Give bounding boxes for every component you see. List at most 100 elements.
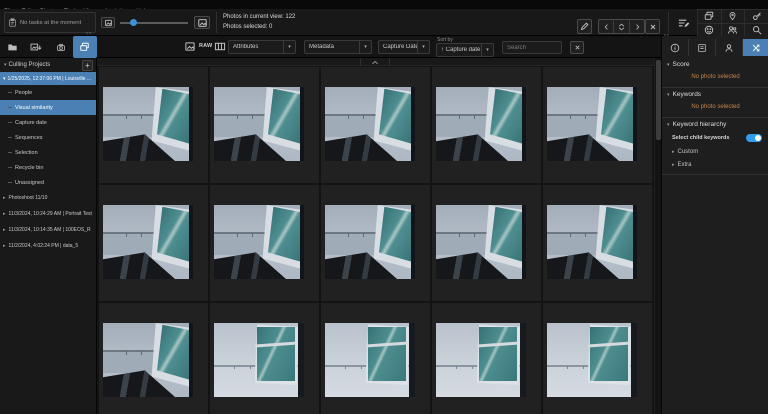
project-child-people[interactable]: People xyxy=(0,85,96,100)
project-item-selected[interactable]: ▾ 1/25/2025, 12:37:06 PM | Louisville ..… xyxy=(0,72,96,85)
people-button[interactable] xyxy=(721,23,745,37)
keyword-hierarchy-section: ▾ Keyword hierarchy Select child keyword… xyxy=(662,118,768,175)
faces-button[interactable] xyxy=(697,23,721,37)
person-icon xyxy=(724,43,734,53)
photo-index-stepper[interactable] xyxy=(613,20,630,33)
tab-metadata-card[interactable] xyxy=(688,39,715,56)
project-child-sequences[interactable]: Sequences xyxy=(0,130,96,145)
metadata-dropdown[interactable]: Metadata ▾ xyxy=(304,40,372,54)
thumbnail-size-slider[interactable] xyxy=(120,18,188,27)
projects-sidebar: ▾ Culling Projects + ▾ 1/25/2025, 12:37:… xyxy=(0,58,97,414)
metadata-dropdown-label: Metadata xyxy=(305,44,359,50)
grid-cell[interactable] xyxy=(432,303,541,414)
grid-cell[interactable] xyxy=(210,67,319,183)
grid-cell[interactable] xyxy=(543,67,652,183)
toggle-knob xyxy=(755,135,761,141)
tree-connector xyxy=(8,167,12,168)
project-item[interactable]: ▸11/3/2024, 10:24:29 AM | Portrait Test xyxy=(0,206,96,222)
project-label: 1/25/2025, 12:37:06 PM | Louisville ... xyxy=(8,76,92,82)
single-view-icon[interactable] xyxy=(184,41,196,52)
grid-cell[interactable] xyxy=(432,67,541,183)
filmstrip-view-icon[interactable] xyxy=(214,41,226,52)
tab-collections[interactable] xyxy=(73,36,97,58)
tab-people[interactable] xyxy=(715,39,742,56)
pencil-icon xyxy=(580,22,589,31)
chevron-down-icon: ▾ xyxy=(359,41,371,53)
capture-date-dropdown[interactable]: Capture Date ▾ xyxy=(378,40,430,54)
photo-thumbnail-window-bright xyxy=(325,323,415,397)
tab-import[interactable] xyxy=(24,36,48,58)
close-icon xyxy=(574,44,581,51)
slider-thumb[interactable] xyxy=(130,19,137,26)
photo-thumbnail-window-ledge xyxy=(325,205,415,279)
resize-handle[interactable]: ** xyxy=(86,32,92,38)
keyword-group-custom[interactable]: ▸Custom xyxy=(662,145,768,158)
tab-info[interactable] xyxy=(662,39,688,56)
edit-button[interactable] xyxy=(577,19,592,34)
grid-cell[interactable] xyxy=(321,303,430,414)
score-header[interactable]: ▾Score xyxy=(662,58,768,71)
search-input[interactable] xyxy=(502,41,562,54)
close-view-button[interactable] xyxy=(645,19,660,34)
project-child-recycle-bin[interactable]: Recycle bin xyxy=(0,160,96,175)
grid-cell[interactable] xyxy=(99,185,208,301)
project-item[interactable]: ▸11/3/2024, 10:14:35 AM | 100EOS_R xyxy=(0,222,96,238)
grid-cell[interactable] xyxy=(99,303,208,414)
child-keywords-toggle[interactable] xyxy=(746,134,762,142)
search-tool-button[interactable] xyxy=(744,23,768,37)
location-button[interactable] xyxy=(721,9,745,23)
grid-cell[interactable] xyxy=(321,67,430,183)
culling-projects-header[interactable]: ▾ Culling Projects + xyxy=(0,58,96,72)
project-item[interactable]: ▸11/2/2024, 4:02:24 PM | data_5 xyxy=(0,238,96,254)
tab-camera[interactable] xyxy=(49,36,73,58)
clear-filters-button[interactable] xyxy=(570,41,584,54)
close-icon xyxy=(649,23,657,31)
key-button[interactable] xyxy=(744,9,768,23)
photo-navigation-group xyxy=(598,19,645,34)
previous-photo-button[interactable] xyxy=(599,20,613,33)
grid-cell[interactable] xyxy=(210,185,319,301)
keywords-header[interactable]: ▾Keywords xyxy=(662,88,768,101)
edit-list-icon xyxy=(677,17,690,29)
card-icon xyxy=(697,43,707,53)
grid-cell[interactable] xyxy=(543,185,652,301)
tab-folders[interactable] xyxy=(0,36,24,58)
toolbar-divider xyxy=(216,12,217,33)
toolbar-divider xyxy=(668,12,669,33)
attributes-dropdown[interactable]: Attributes ▾ xyxy=(228,40,296,54)
project-item[interactable]: ▸Photoshoot 11/10 xyxy=(0,190,96,206)
thumbnail-size-large-button[interactable] xyxy=(194,16,210,29)
chevron-down-icon: ▾ xyxy=(4,62,7,68)
raw-filter-toggle[interactable]: RAW xyxy=(199,43,212,49)
tasks-icon xyxy=(8,18,17,27)
grid-cell[interactable] xyxy=(543,303,652,414)
thumbnail-size-small-button[interactable] xyxy=(101,17,115,28)
project-child-capture-date[interactable]: Capture date xyxy=(0,115,96,130)
grid-cell[interactable] xyxy=(321,185,430,301)
grid-cell[interactable] xyxy=(210,303,319,414)
keyword-group-extra[interactable]: ▸Extra xyxy=(662,158,768,171)
photo-thumbnail-window-ledge xyxy=(436,87,526,161)
project-child-selection[interactable]: Selection xyxy=(0,145,96,160)
edit-list-button[interactable] xyxy=(674,15,692,30)
next-photo-button[interactable] xyxy=(630,20,644,33)
sort-dropdown[interactable]: ↑ Capture date ▾ xyxy=(436,43,494,57)
sidebar-tab-strip xyxy=(0,36,97,58)
tab-keywords[interactable] xyxy=(742,39,768,56)
project-child-visual-similarity[interactable]: Visual similarity xyxy=(0,100,96,115)
chevron-up-icon xyxy=(371,60,379,65)
chevron-right-icon xyxy=(634,23,641,31)
add-project-button[interactable]: + xyxy=(82,60,93,71)
photo-thumbnail-window-ledge xyxy=(103,323,193,397)
project-child-unassigned[interactable]: Unassigned xyxy=(0,175,96,190)
keyword-hierarchy-header[interactable]: ▾ Keyword hierarchy xyxy=(662,118,768,131)
duplicates-button[interactable] xyxy=(697,9,721,23)
other-projects: ▸Photoshoot 11/10▸11/3/2024, 10:24:29 AM… xyxy=(0,190,96,254)
grid-cell[interactable] xyxy=(99,67,208,183)
grid-cell[interactable] xyxy=(432,185,541,301)
collapse-group-button[interactable] xyxy=(360,58,390,66)
photo-thumbnail-window-ledge xyxy=(547,87,637,161)
photo-thumbnail-window-ledge xyxy=(547,205,637,279)
photo-thumbnail-window-ledge xyxy=(436,205,526,279)
grid-scrollbar[interactable] xyxy=(654,58,661,414)
